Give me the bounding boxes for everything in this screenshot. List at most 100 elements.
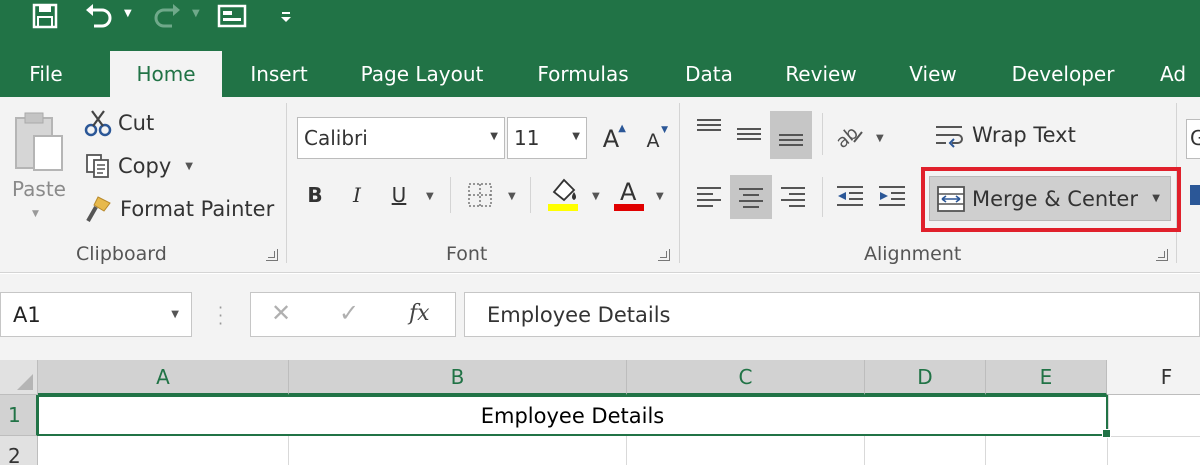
borders-icon[interactable] (462, 179, 498, 211)
font-size-select[interactable]: 11 ▼ (507, 117, 587, 159)
align-center-icon[interactable] (730, 175, 772, 219)
row-header-2[interactable]: 2 (0, 436, 38, 465)
font-color-dropdown-icon[interactable]: ▼ (656, 191, 664, 202)
font-name-select[interactable]: Calibri ▼ (297, 117, 505, 159)
align-right-icon[interactable] (774, 179, 812, 213)
insert-function-icon[interactable]: fx (409, 301, 430, 326)
resize-handle-icon[interactable]: · · · (218, 300, 223, 332)
fill-color-icon[interactable] (544, 175, 582, 213)
tab-view[interactable]: View (900, 50, 966, 97)
orientation-dropdown-icon[interactable]: ▼ (876, 133, 884, 144)
merge-center-dropdown-icon[interactable]: ▼ (1152, 193, 1160, 204)
divider (530, 177, 531, 213)
fill-color-dropdown-icon[interactable]: ▼ (592, 191, 600, 202)
underline-button[interactable]: U (384, 177, 414, 213)
column-header-b[interactable]: B (289, 360, 627, 395)
top-align-icon[interactable] (690, 113, 728, 143)
tab-developer[interactable]: Developer (1004, 50, 1122, 97)
svg-text:A: A (620, 178, 637, 206)
form-icon[interactable] (214, 0, 250, 32)
cut-button[interactable]: Cut (84, 109, 154, 137)
row-header-1[interactable]: 1 (0, 395, 38, 436)
gridline (864, 436, 865, 465)
increase-indent-icon[interactable] (872, 179, 912, 213)
bold-button[interactable]: B (300, 177, 330, 213)
paste-dropdown-icon[interactable]: ▼ (32, 209, 39, 219)
gridline (626, 436, 627, 465)
tab-file[interactable]: File (14, 50, 78, 97)
orientation-icon[interactable]: ab (830, 117, 868, 153)
tab-review[interactable]: Review (778, 50, 864, 97)
tab-insert[interactable]: Insert (238, 50, 320, 97)
paste-icon[interactable] (8, 107, 70, 177)
formula-bar: A1 ▼ · · · ✕ ✓ fx Employee Details (0, 274, 1200, 360)
column-header-f[interactable]: F (1107, 360, 1200, 395)
paste-button[interactable]: Paste (12, 177, 66, 201)
divider (450, 177, 451, 213)
clipboard-launcher-icon[interactable] (266, 249, 278, 261)
divider (822, 113, 823, 155)
cancel-icon[interactable]: ✕ (271, 299, 291, 327)
tab-data[interactable]: Data (676, 50, 742, 97)
merge-center-button[interactable]: Merge & Center ▼ (929, 176, 1171, 221)
copy-dropdown-icon[interactable]: ▼ (185, 161, 193, 172)
chevron-down-icon: ▼ (490, 131, 498, 142)
chevron-down-icon: ▼ (171, 309, 179, 320)
merge-center-label: Merge & Center (972, 186, 1138, 211)
gridline (288, 436, 289, 465)
bottom-align-icon[interactable] (770, 111, 812, 159)
tab-formulas[interactable]: Formulas (528, 50, 638, 97)
undo-icon[interactable] (82, 0, 116, 32)
save-icon[interactable] (28, 0, 62, 32)
redo-dropdown-icon[interactable]: ▼ (192, 8, 200, 19)
format-painter-button[interactable]: Format Painter (84, 195, 274, 223)
copy-icon (84, 152, 112, 180)
chevron-down-icon: ▼ (572, 131, 580, 142)
format-painter-icon (84, 195, 114, 223)
spreadsheet-grid: A B C D E F 1 2 Employee Details (0, 360, 1200, 465)
tab-page-layout[interactable]: Page Layout (352, 50, 492, 97)
undo-dropdown-icon[interactable]: ▼ (124, 8, 132, 19)
tab-home[interactable]: Home (110, 51, 222, 97)
clipboard-group-label: Clipboard (76, 243, 167, 265)
copy-label: Copy (118, 154, 172, 178)
decrease-font-size-icon[interactable]: A ▼ (638, 125, 669, 157)
column-header-d[interactable]: D (865, 360, 986, 395)
column-header-a[interactable]: A (38, 360, 289, 395)
middle-align-icon[interactable] (730, 119, 768, 149)
scissors-icon (84, 109, 112, 137)
merge-cells-icon (936, 185, 966, 213)
name-box-value: A1 (13, 302, 41, 327)
column-header-e[interactable]: E (986, 360, 1107, 395)
redo-icon[interactable] (150, 0, 184, 32)
wrap-text-button[interactable]: Wrap Text (934, 121, 1076, 149)
font-group-label: Font (446, 243, 488, 265)
merged-cell-a1[interactable]: Employee Details (37, 395, 1108, 436)
underline-dropdown-icon[interactable]: ▼ (426, 191, 434, 202)
currency-icon[interactable] (1190, 185, 1200, 205)
gridline (1108, 436, 1200, 437)
fill-handle[interactable] (1102, 429, 1111, 438)
divider (679, 103, 680, 263)
customize-icon[interactable] (276, 0, 296, 32)
column-header-c[interactable]: C (627, 360, 865, 395)
alignment-group-label: Alignment (864, 243, 962, 265)
increase-font-size-icon[interactable]: A ▲ (596, 121, 626, 157)
font-color-icon[interactable]: A (610, 175, 648, 213)
copy-button[interactable]: Copy ▼ (84, 152, 193, 180)
borders-dropdown-icon[interactable]: ▼ (508, 191, 516, 202)
tab-add-ins[interactable]: Ad (1160, 50, 1200, 97)
decrease-indent-icon[interactable] (830, 179, 870, 213)
italic-button[interactable]: I (342, 177, 372, 213)
formula-buttons: ✕ ✓ fx (250, 292, 456, 337)
alignment-launcher-icon[interactable] (1156, 249, 1168, 261)
wrap-text-icon (934, 121, 968, 149)
select-all-button[interactable] (0, 360, 38, 395)
font-launcher-icon[interactable] (658, 249, 670, 261)
align-left-icon[interactable] (690, 179, 728, 213)
enter-icon[interactable]: ✓ (339, 299, 359, 327)
name-box[interactable]: A1 ▼ (0, 292, 192, 337)
formula-input[interactable]: Employee Details (464, 292, 1200, 337)
formula-value: Employee Details (487, 302, 671, 327)
number-format-select[interactable]: G (1186, 119, 1200, 159)
